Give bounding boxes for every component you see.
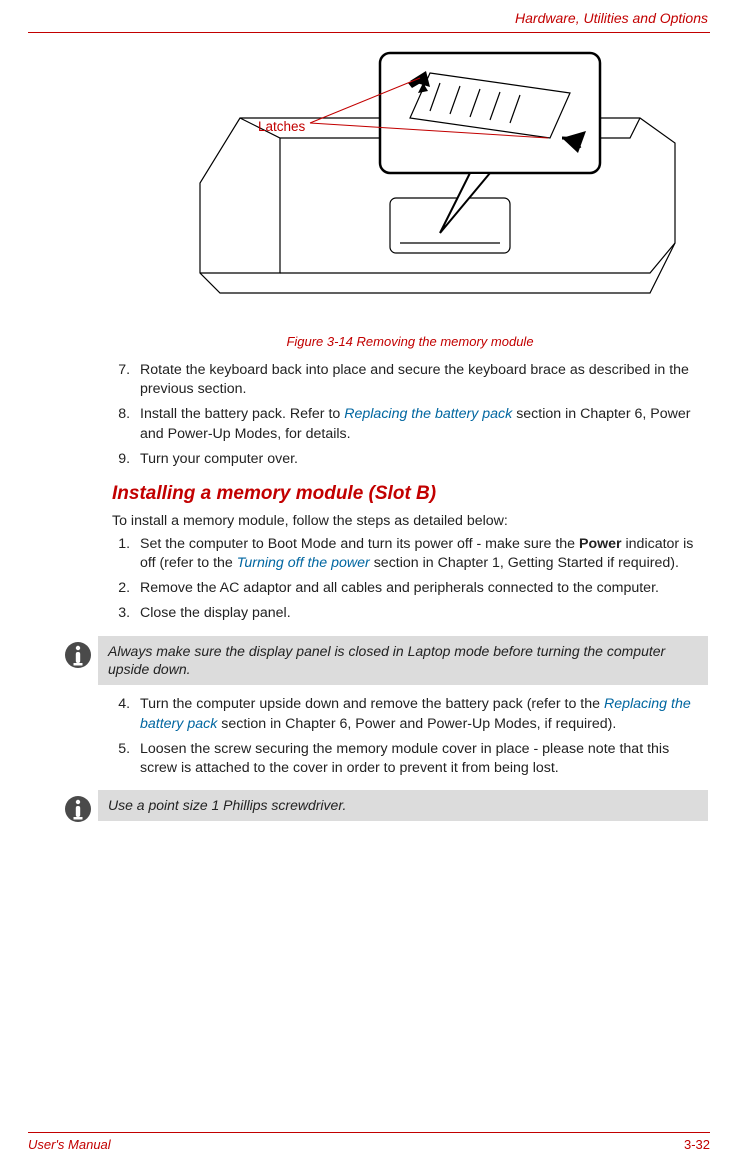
figure-memory-module: Latches bbox=[130, 43, 690, 328]
step-item: Close the display panel. bbox=[134, 604, 708, 623]
step-text: Rotate the keyboard back into place and … bbox=[140, 362, 689, 397]
callout-latches-label: Latches bbox=[258, 119, 305, 134]
step-text: section in Chapter 1, Getting Started if… bbox=[370, 555, 679, 571]
header-section: Hardware, Utilities and Options bbox=[28, 10, 710, 30]
footer-manual-title: User's Manual bbox=[28, 1137, 111, 1152]
diagram-svg bbox=[130, 43, 690, 318]
header-rule bbox=[28, 32, 710, 33]
note-text: Always make sure the display panel is cl… bbox=[98, 636, 708, 686]
page-footer: User's Manual 3-32 bbox=[28, 1132, 710, 1152]
steps-list-a: Rotate the keyboard back into place and … bbox=[112, 361, 708, 469]
step-item: Rotate the keyboard back into place and … bbox=[134, 361, 708, 399]
step-item: Turn the computer upside down and remove… bbox=[134, 695, 708, 733]
steps-list-b2: Turn the computer upside down and remove… bbox=[112, 695, 708, 778]
section-heading-slot-b: Installing a memory module (Slot B) bbox=[112, 483, 708, 505]
step-item: Turn your computer over. bbox=[134, 450, 708, 469]
footer-rule bbox=[28, 1132, 710, 1133]
step-text: Set the computer to Boot Mode and turn i… bbox=[140, 536, 579, 552]
figure-caption: Figure 3-14 Removing the memory module bbox=[112, 334, 708, 349]
step-text: section in Chapter 6, Power and Power-Up… bbox=[217, 716, 616, 732]
link-turning-off-power[interactable]: Turning off the power bbox=[237, 555, 370, 571]
step-text: Turn the computer upside down and remove… bbox=[140, 696, 604, 712]
note-text: Use a point size 1 Phillips screwdriver. bbox=[98, 790, 708, 821]
step-item: Loosen the screw securing the memory mod… bbox=[134, 740, 708, 778]
steps-list-b1: Set the computer to Boot Mode and turn i… bbox=[112, 535, 708, 624]
info-icon bbox=[58, 636, 98, 670]
info-icon bbox=[58, 790, 98, 824]
step-item: Remove the AC adaptor and all cables and… bbox=[134, 579, 708, 598]
footer-page-number: 3-32 bbox=[684, 1137, 710, 1152]
section-intro: To install a memory module, follow the s… bbox=[112, 513, 708, 529]
step-item: Install the battery pack. Refer to Repla… bbox=[134, 405, 708, 443]
step-text: Close the display panel. bbox=[140, 605, 291, 621]
step-text: Loosen the screw securing the memory mod… bbox=[140, 741, 669, 776]
note-block: Use a point size 1 Phillips screwdriver. bbox=[58, 790, 708, 824]
step-text: Remove the AC adaptor and all cables and… bbox=[140, 580, 659, 596]
note-block: Always make sure the display panel is cl… bbox=[58, 636, 708, 686]
link-replacing-battery[interactable]: Replacing the battery pack bbox=[344, 406, 512, 422]
step-text: Install the battery pack. Refer to bbox=[140, 406, 344, 422]
step-text: Turn your computer over. bbox=[140, 451, 298, 467]
step-bold: Power bbox=[579, 536, 622, 552]
step-item: Set the computer to Boot Mode and turn i… bbox=[134, 535, 708, 573]
